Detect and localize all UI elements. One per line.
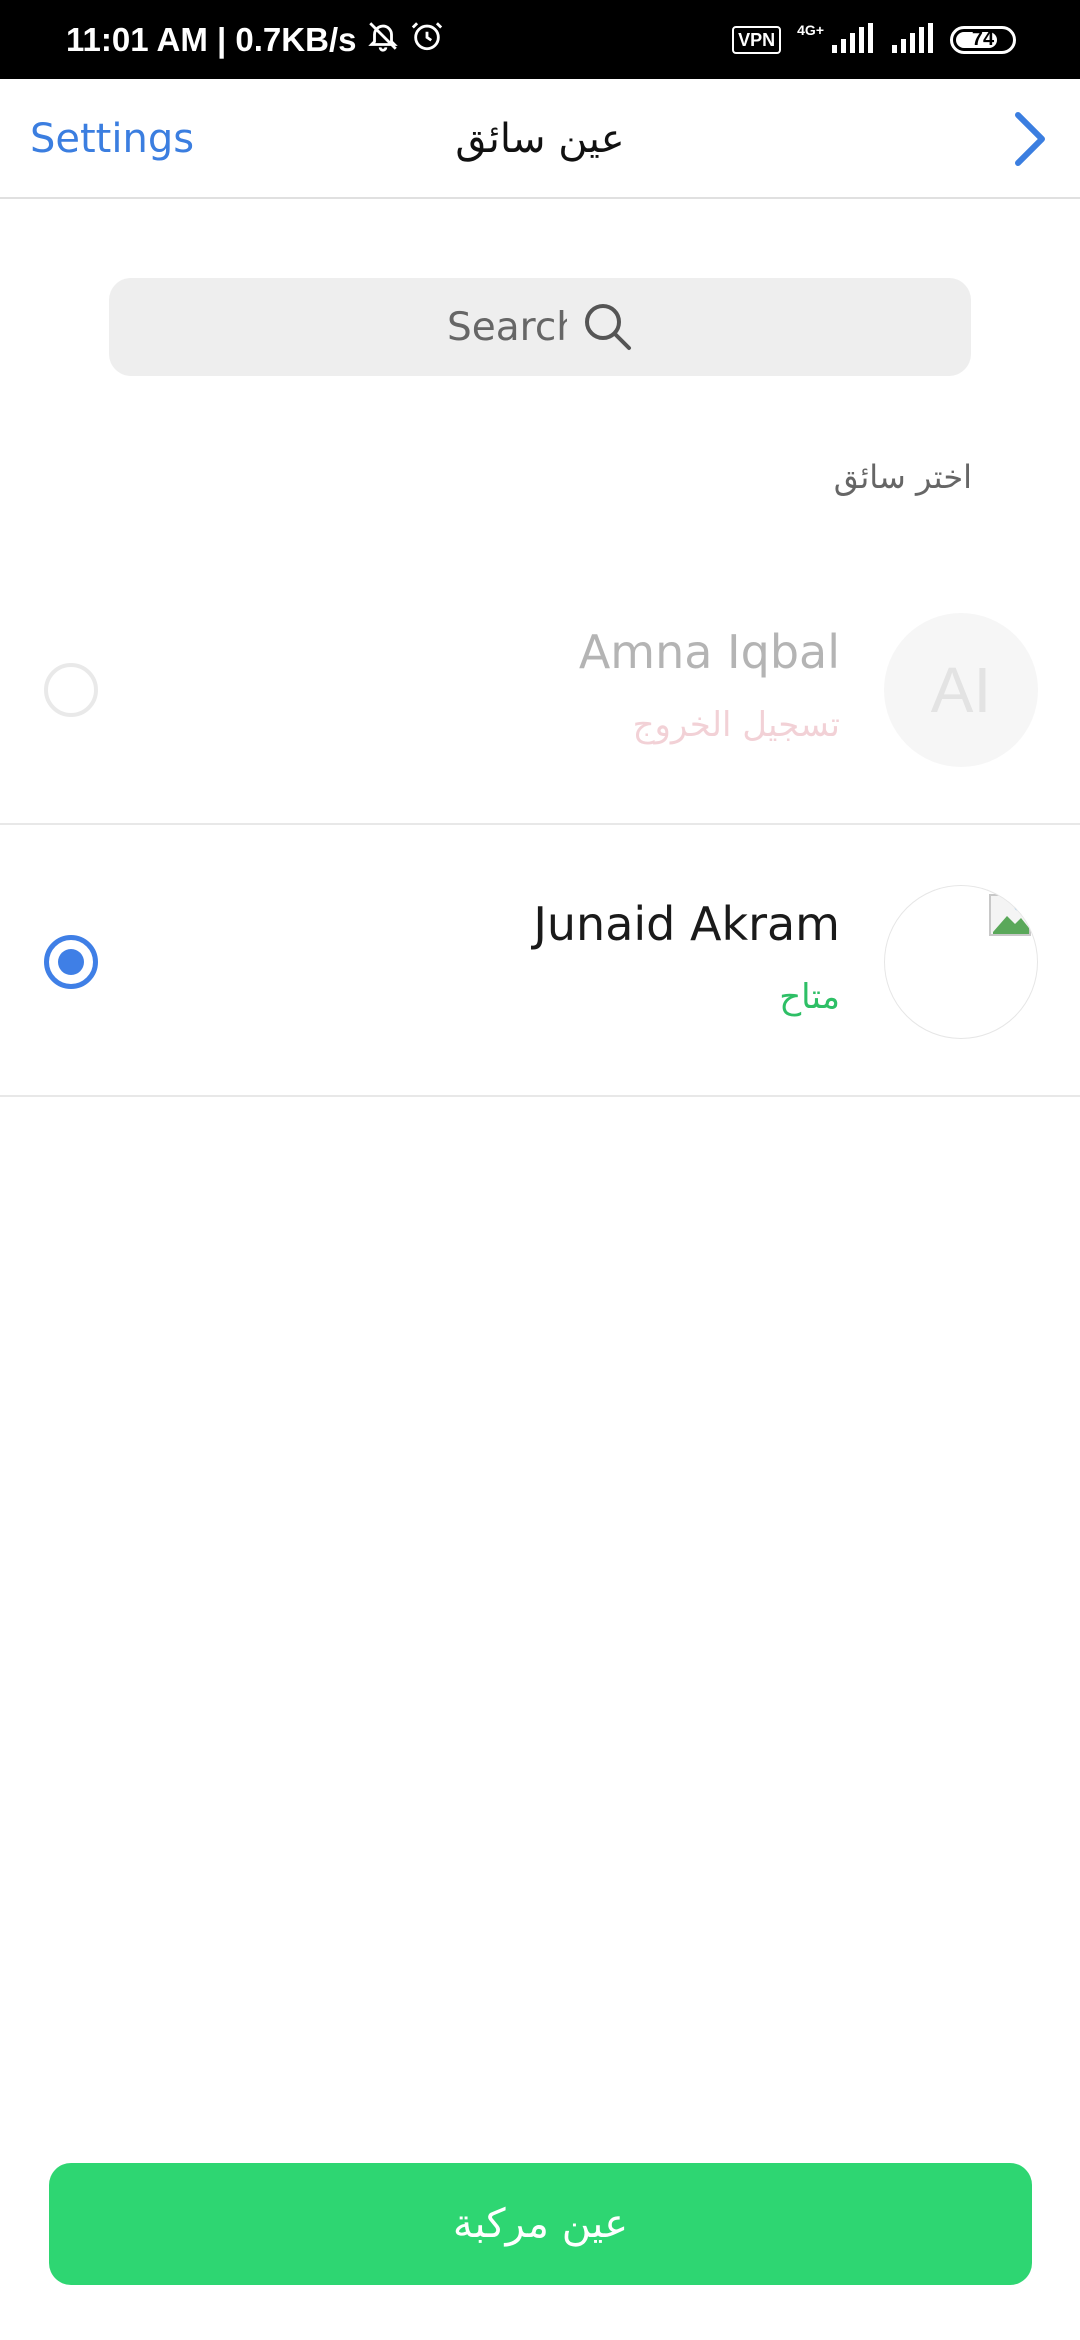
alarm-icon: [410, 19, 444, 61]
settings-back-link[interactable]: Settings: [30, 79, 194, 199]
status-bar: 11:01 AM | 0.7KB/s VPN 4G+ 74: [0, 0, 1080, 79]
network-type: 4G+: [797, 21, 824, 38]
choose-driver-label: اختر سائق: [833, 458, 972, 496]
search-input[interactable]: [445, 303, 569, 351]
status-right: VPN 4G+ 74: [732, 0, 1016, 79]
avatar: [884, 885, 1038, 1039]
driver-radio[interactable]: [44, 663, 98, 717]
avatar: AI: [884, 613, 1038, 767]
driver-name: Junaid Akram: [533, 897, 840, 951]
battery-level: 74: [971, 28, 995, 50]
driver-row[interactable]: AI Amna Iqbal تسجيل الخروج: [0, 555, 1080, 825]
driver-row[interactable]: Junaid Akram متاح: [0, 827, 1080, 1097]
signal-icon: [830, 22, 874, 57]
driver-status: متاح: [779, 977, 840, 1017]
driver-radio[interactable]: [44, 935, 98, 989]
broken-image-icon: [989, 894, 1031, 936]
search-bar[interactable]: [109, 278, 971, 376]
mute-bell-icon: [366, 19, 400, 61]
status-left: 11:01 AM | 0.7KB/s: [66, 0, 444, 79]
signal-icon-2: [890, 22, 934, 57]
chevron-right-icon[interactable]: [998, 107, 1058, 171]
battery-icon: 74: [950, 25, 1016, 54]
time-and-speed: 11:01 AM | 0.7KB/s: [66, 20, 357, 58]
vpn-indicator: VPN: [732, 25, 782, 54]
search-icon: [581, 300, 635, 354]
assign-vehicle-button[interactable]: عين مركبة: [49, 2163, 1032, 2285]
nav-bar: Settings عين سائق: [0, 79, 1080, 199]
driver-name: Amna Iqbal: [578, 625, 840, 679]
driver-status: تسجيل الخروج: [632, 705, 840, 745]
